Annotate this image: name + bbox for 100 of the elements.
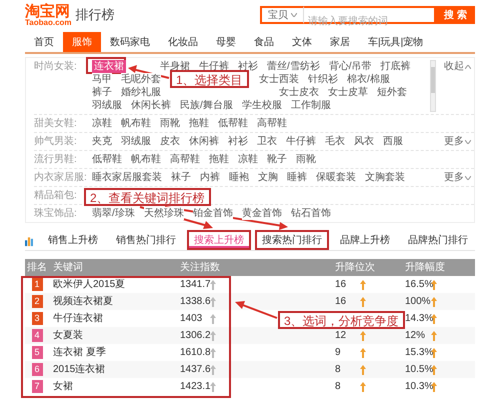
rank-badge: 3 [32, 312, 42, 325]
rank-tab[interactable]: 销售上升榜 [41, 230, 105, 250]
category-label: 精品箱包: [34, 189, 78, 202]
category-link[interactable]: 睡衣家居服套装 [92, 171, 162, 184]
category-link[interactable]: 铂金首饰 [192, 207, 233, 220]
column-header: 排名 [27, 262, 47, 273]
category-link[interactable]: 内裤 [200, 171, 220, 184]
category-link[interactable]: 低帮鞋 [92, 153, 122, 166]
category-link[interactable]: 文胸 [258, 171, 278, 184]
category-link[interactable]: 翡翠/珍珠 [92, 207, 135, 220]
category-link[interactable]: 卫衣 [257, 135, 277, 148]
keyword-cell-text: 牛仔连衣裙 [52, 312, 104, 326]
category-link[interactable]: 凉鞋 [92, 117, 112, 130]
category-link[interactable]: 休闲裤 [189, 135, 219, 148]
category-link[interactable]: 雨靴 [296, 153, 316, 166]
scope-dropdown[interactable]: 宝贝 [260, 6, 304, 24]
category-link[interactable]: 黄金首饰 [242, 207, 282, 220]
rank-tab[interactable]: 品牌上升榜 [333, 230, 397, 250]
nav-tab[interactable]: 文体 [283, 32, 321, 52]
category-link[interactable]: 拖鞋 [189, 117, 209, 130]
nav-tab[interactable]: 首页 [25, 32, 63, 52]
category-link[interactable]: 高帮鞋 [257, 117, 287, 130]
category-link[interactable]: 靴子 [267, 153, 287, 166]
rank-tab[interactable]: 搜索热门排行 [255, 230, 329, 250]
percent-cell-text: 10.3% [405, 380, 431, 394]
toggle-link[interactable]: 更多 [444, 135, 474, 148]
category-link[interactable]: 袜子 [171, 171, 191, 184]
chevron-up-icon [465, 65, 471, 69]
category-link[interactable]: 针织衫 [308, 73, 338, 86]
category-label: 珠宝饰品: [34, 207, 78, 220]
nav-tab[interactable]: 数码家电 [101, 32, 159, 52]
toggle-link[interactable]: 更多 [444, 171, 474, 184]
category-link[interactable]: 民族/舞台服 [180, 99, 233, 112]
rank-tab[interactable]: 搜索上升榜 [187, 230, 251, 250]
rank-tab[interactable]: 品牌热门排行 [401, 230, 475, 250]
page-title: 排行榜 [76, 6, 115, 24]
category-link[interactable]: 帆布鞋 [121, 117, 151, 130]
nav-tab[interactable]: 食品 [245, 32, 283, 52]
category-label: 内衣家居服: [34, 171, 88, 184]
category-link[interactable]: 打底裤 [380, 60, 411, 73]
category-link[interactable]: 蕾丝/雪纺衫 [267, 60, 320, 73]
category-link[interactable]: 工作制服 [290, 99, 331, 112]
nav-tab[interactable]: 车|玩具|宠物 [359, 32, 432, 52]
percent-cell-text: 12% [405, 329, 426, 343]
category-link[interactable]: 羽绒服 [92, 99, 122, 112]
nav-tab[interactable]: 家居 [321, 32, 359, 52]
category-link[interactable]: 帆布鞋 [131, 153, 161, 166]
category-link[interactable]: 羽绒服 [121, 135, 151, 148]
category-link[interactable]: 马甲 [92, 73, 112, 86]
scrollbar[interactable] [430, 60, 436, 112]
category-link[interactable]: 背心/吊带 [328, 60, 372, 73]
rank-badge: 6 [32, 363, 42, 376]
category-link[interactable]: 婚纱礼服 [121, 86, 161, 99]
percent-cell-text: 16.5% [405, 278, 431, 292]
category-link[interactable]: 衬衫 [228, 135, 248, 148]
category-link[interactable]: 女士皮草 [328, 86, 368, 99]
category-link[interactable]: 睡裤 [287, 171, 307, 184]
category-link[interactable]: 钻石首饰 [290, 207, 331, 220]
nav-tab[interactable]: 母婴 [207, 32, 245, 52]
category-link[interactable]: 牛仔裤 [286, 135, 316, 148]
percent-cell-text: 100% [405, 295, 431, 309]
category-link[interactable]: 女士皮衣 [279, 86, 319, 99]
percent-cell-text: 15.3% [405, 346, 431, 360]
category-link[interactable]: 短外套 [377, 86, 407, 99]
index-cell-text: 1403 [180, 312, 204, 326]
category-link[interactable]: 天然珍珠 [144, 207, 184, 220]
category-link[interactable]: 文胸套装 [365, 171, 405, 184]
category-link[interactable]: 高帮鞋 [170, 153, 200, 166]
category-link[interactable]: 凉鞋 [238, 153, 258, 166]
category-link[interactable]: 雨靴 [160, 117, 180, 130]
category-link[interactable]: 学生校服 [242, 99, 282, 112]
keyword-cell-text: 2015连衣裙 [52, 362, 106, 377]
index-cell-text: 1437.6 [180, 363, 210, 377]
category-link[interactable]: 西服 [383, 135, 403, 148]
keyword-cell-text: 视频连衣裙夏 [52, 294, 114, 309]
category-link[interactable]: 女士西装 [259, 73, 299, 86]
keyword-cell-text: 女裙 [52, 380, 74, 394]
category-link[interactable]: 连衣裙 [92, 60, 126, 73]
logo-domain: Taobao.com [25, 18, 72, 26]
category-link[interactable]: 毛呢外套 [121, 73, 161, 86]
annotation-callout: 1、选择类目 [170, 70, 249, 88]
column-header: 升降幅度 [405, 260, 445, 275]
category-link[interactable]: 拖鞋 [209, 153, 229, 166]
change-cell-text: 16 [335, 278, 348, 292]
toggle-link[interactable]: 收起 [444, 60, 474, 112]
category-link[interactable]: 棉衣/棉服 [347, 73, 390, 86]
category-link[interactable]: 休闲长裤 [131, 99, 171, 112]
category-link[interactable]: 毛衣 [325, 135, 345, 148]
category-link[interactable]: 低帮鞋 [218, 117, 248, 130]
category-link[interactable]: 保暖套装 [316, 171, 356, 184]
category-link[interactable]: 睡袍 [229, 171, 249, 184]
category-link[interactable]: 皮衣 [160, 135, 180, 148]
category-link[interactable]: 风衣 [354, 135, 374, 148]
chevron-down-icon [465, 140, 471, 144]
category-link[interactable]: 夹克 [92, 135, 112, 148]
index-cell-text: 1423.1 [180, 380, 210, 394]
annotation-callout: 2、查看关键词排行榜 [84, 188, 211, 206]
category-link[interactable]: 裤子 [92, 86, 112, 99]
rank-tab[interactable]: 销售热门排行 [109, 230, 183, 250]
nav-tab[interactable]: 化妆品 [159, 32, 207, 52]
